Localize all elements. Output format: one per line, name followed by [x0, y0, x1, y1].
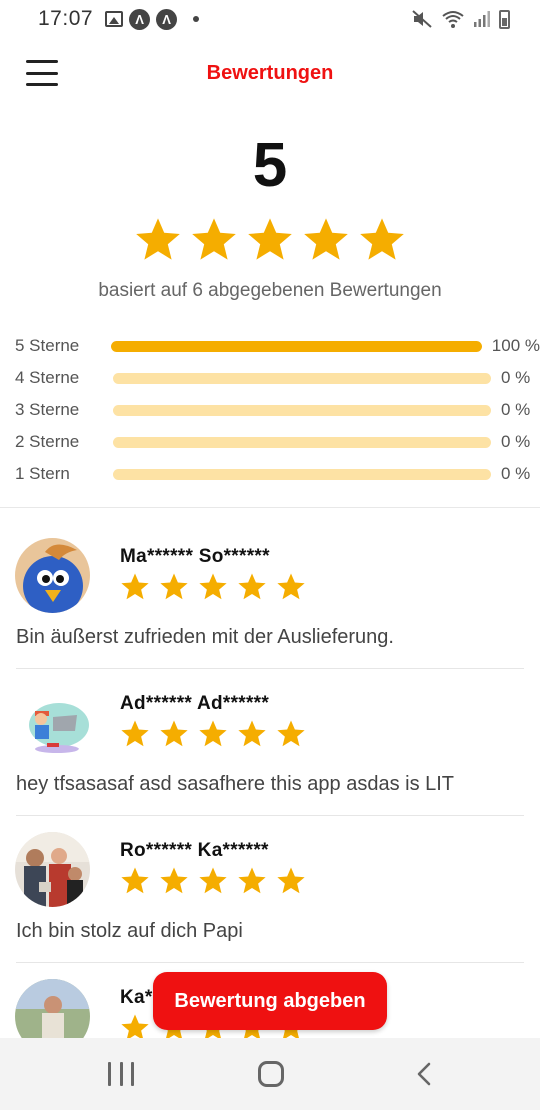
distribution-label: 2 Sterne [15, 432, 80, 451]
distribution-row: 4 Sterne 0 % [15, 362, 540, 394]
distribution-percent: 0 % [501, 464, 531, 483]
average-rating: 5 [252, 131, 288, 200]
distribution-percent: 0 % [501, 432, 531, 451]
rating-summary: 5 basiert auf 6 abgegebenen Bewertungen [0, 130, 540, 302]
distribution-bar [113, 404, 491, 416]
review-text: hey tfsasasaf asd sasafhere this app asd… [16, 773, 455, 795]
star-icon [136, 218, 180, 260]
divider [0, 507, 540, 508]
star-icon [238, 867, 266, 894]
distribution-percent: 0 % [501, 400, 531, 419]
distribution-label: 1 Stern [15, 464, 70, 483]
battery-icon [499, 9, 510, 29]
app-a-icon: Λ [129, 8, 151, 30]
illustration-avatar [15, 685, 90, 760]
back-icon[interactable] [413, 1062, 437, 1086]
status-right-icons [411, 9, 510, 29]
distribution-row: 3 Sterne 0 % [15, 394, 540, 426]
submit-review-button[interactable]: Bewertung abgeben [153, 972, 387, 1030]
recent-apps-icon[interactable] [108, 1062, 134, 1086]
star-icon [304, 218, 348, 260]
review-text: Bin äußerst zufrieden mit der Auslieferu… [16, 626, 394, 648]
status-bar: 17:07 Λ Λ [0, 0, 540, 38]
distribution-label: 4 Sterne [15, 368, 80, 387]
review-item[interactable]: Ad****** Ad****** hey tfsasasaf asd sasaf… [0, 669, 540, 816]
distribution-bar-fill [111, 340, 482, 352]
star-icon [160, 720, 188, 747]
dot-icon [193, 16, 200, 22]
star-icon [277, 867, 305, 894]
reviewer-name: Ro****** Ka****** [120, 840, 269, 861]
app-a-icon: Λ [156, 8, 178, 30]
star-icon [160, 573, 188, 600]
bird-avatar [15, 538, 90, 613]
wifi-icon [442, 11, 464, 28]
distribution-bar [113, 468, 491, 480]
distribution-bar [113, 372, 491, 384]
distribution-bar [113, 436, 491, 448]
distribution-row: 5 Sterne 100 % [15, 330, 540, 362]
system-nav-bar [0, 1038, 540, 1110]
star-icon [238, 573, 266, 600]
star-icon [277, 720, 305, 747]
star-icon [199, 573, 227, 600]
star-icon [121, 720, 149, 747]
distribution-row: 2 Sterne 0 % [15, 426, 540, 458]
rating-distribution: 5 Sterne 100 % 4 Sterne 0 % 3 Sterne 0 % 2 Ste… [15, 330, 540, 490]
rating-count-text: basiert auf 6 abgegebenen Bewertungen [98, 280, 442, 301]
star-icon [248, 218, 292, 260]
review-item[interactable]: Ma****** So****** Bin äußerst zufrieden m… [0, 522, 540, 669]
distribution-percent: 0 % [501, 368, 531, 387]
star-icon [238, 720, 266, 747]
page-title: Bewertungen [206, 62, 334, 84]
reviewer-name: Ad****** Ad****** [120, 693, 270, 714]
signal-icon [474, 11, 490, 27]
image-icon [105, 11, 124, 27]
reviewer-name: Ka* [120, 987, 153, 1008]
status-left-icons: Λ Λ [105, 8, 200, 30]
distribution-label: 5 Sterne [15, 336, 80, 355]
star-icon [199, 720, 227, 747]
distribution-label: 3 Sterne [15, 400, 80, 419]
distribution-row: 1 Stern 0 % [15, 458, 540, 490]
family-photo-avatar [15, 832, 90, 907]
review-text: Ich bin stolz auf dich Papi [16, 920, 243, 942]
reviewer-name: Ma****** So****** [120, 546, 270, 567]
star-icon [199, 867, 227, 894]
star-icon [121, 867, 149, 894]
status-time: 17:07 [38, 7, 94, 30]
star-icon [360, 218, 404, 260]
review-stars [120, 572, 306, 602]
star-icon [121, 573, 149, 600]
distribution-percent: 100 % [491, 336, 540, 355]
home-icon[interactable] [258, 1061, 284, 1087]
star-icon [192, 218, 236, 260]
review-item[interactable]: Ro****** Ka****** Ich bin stolz auf dich … [0, 816, 540, 963]
mute-icon [412, 10, 432, 28]
review-stars [120, 719, 306, 749]
star-icon [277, 573, 305, 600]
star-icon [160, 867, 188, 894]
average-stars [0, 216, 540, 264]
review-stars [120, 866, 306, 896]
app-header: Bewertungen [0, 48, 540, 100]
distribution-bar [111, 340, 482, 352]
